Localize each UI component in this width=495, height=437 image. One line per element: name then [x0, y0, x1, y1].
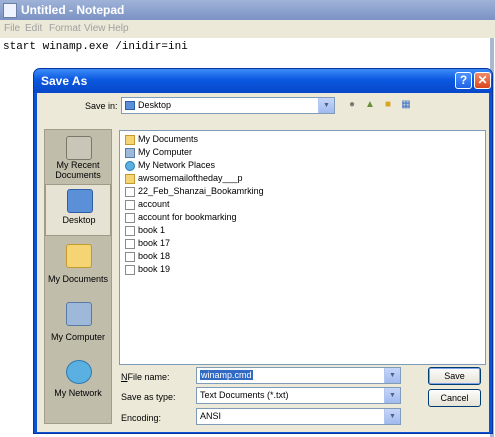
encoding-label: Encoding: [121, 413, 162, 423]
file-icon [125, 226, 135, 236]
dialog-title: Save As [41, 74, 88, 88]
new-folder-icon[interactable]: ■ [381, 98, 395, 112]
list-item-name: account for bookmarking [138, 212, 237, 222]
file-icon [125, 239, 135, 249]
my-documents-icon [66, 244, 92, 268]
menu-format[interactable]: Format [49, 23, 81, 34]
save-in-value: Desktop [138, 100, 172, 110]
place-my-recent-documents[interactable]: My Recent Documents [45, 132, 111, 184]
save-as-type-label: Save as type: [121, 392, 176, 402]
place-label: My Network [54, 388, 102, 398]
save-as-dialog: Save As ? ✕ Save in: Desktop ▼ ● ▲ ■ ▦ M… [33, 68, 493, 434]
place-label: Desktop [62, 215, 96, 225]
list-item-name: My Documents [138, 134, 199, 144]
cancel-button[interactable]: Cancel [428, 389, 481, 407]
place-label: My Recent Documents [55, 160, 101, 180]
list-item-name: account [138, 199, 170, 209]
list-item-name: book 19 [138, 264, 171, 274]
encoding-value: ANSI [200, 411, 222, 421]
desktop-icon [67, 189, 93, 213]
place-label: My Computer [50, 332, 105, 342]
back-icon[interactable]: ● [345, 98, 359, 112]
mycomp-icon [125, 148, 135, 158]
file-icon [125, 265, 135, 275]
notepad-icon [3, 3, 17, 18]
file-name-value: winamp.cmd [200, 370, 253, 380]
save-as-type-value: Text Documents (*.txt) [200, 390, 289, 400]
place-desktop[interactable]: Desktop [45, 184, 111, 236]
chevron-down-icon[interactable]: ▼ [384, 409, 400, 424]
save-in-combo[interactable]: Desktop ▼ [121, 97, 335, 114]
save-as-type-select[interactable]: Text Documents (*.txt) ▼ [196, 387, 401, 404]
menu-edit[interactable]: Edit [25, 23, 42, 34]
list-item-name: My Network Places [138, 160, 216, 170]
notepad-title-bar[interactable]: Untitled - Notepad [0, 0, 495, 20]
net-icon [125, 161, 135, 171]
chevron-down-icon[interactable]: ▼ [384, 388, 400, 403]
file-name-label: NFile name: [121, 372, 170, 382]
list-item-name: book 18 [138, 251, 171, 261]
close-button[interactable]: ✕ [474, 72, 491, 89]
file-icon [125, 187, 135, 197]
save-button[interactable]: Save [428, 367, 481, 385]
file-name-input[interactable]: winamp.cmd ▼ [196, 367, 401, 384]
fold-icon [125, 174, 135, 184]
file-list[interactable]: My Documents My Computer My Network Places… [119, 130, 486, 365]
up-folder-icon[interactable]: ▲ [363, 98, 377, 112]
list-item-name: book 17 [138, 238, 171, 248]
dialog-title-bar[interactable]: Save As ? ✕ [34, 69, 492, 93]
mydocs-icon [125, 135, 135, 145]
file-icon [125, 200, 135, 210]
network-icon [66, 360, 92, 384]
place-my-network[interactable]: My Network [45, 356, 111, 408]
place-my-computer[interactable]: My Computer [45, 298, 111, 350]
list-item-name: awsomemailoftheday___p [138, 173, 243, 183]
list-item-name: 22_Feb_Shanzai_Bookamrking [138, 186, 264, 196]
save-in-label: Save in: [85, 101, 118, 111]
chevron-down-icon[interactable]: ▼ [318, 98, 334, 113]
file-icon [125, 213, 135, 223]
list-item-name: My Computer [138, 147, 193, 157]
menu-file[interactable]: File [4, 23, 20, 34]
notepad-text: start winamp.exe /inidir=ini [3, 41, 188, 53]
encoding-select[interactable]: ANSI ▼ [196, 408, 401, 425]
list-item-name: book 1 [138, 225, 166, 235]
place-label: My Documents [47, 274, 109, 284]
help-button[interactable]: ? [455, 72, 472, 89]
file-icon [125, 252, 135, 262]
dialog-body: Save in: Desktop ▼ ● ▲ ■ ▦ My Recent Doc… [37, 93, 489, 432]
place-my-documents[interactable]: My Documents [45, 240, 111, 292]
menu-view[interactable]: View [84, 23, 106, 34]
chevron-down-icon[interactable]: ▼ [384, 368, 400, 383]
recent-documents-icon [66, 136, 92, 160]
places-bar: My Recent Documents Desktop My Documents… [44, 129, 112, 424]
notepad-menu-bar: File Edit Format View Help [0, 20, 495, 38]
desktop-icon [125, 101, 135, 110]
view-menu-icon[interactable]: ▦ [399, 98, 413, 112]
notepad-title: Untitled - Notepad [21, 3, 125, 17]
my-computer-icon [66, 302, 92, 326]
menu-help[interactable]: Help [108, 23, 129, 34]
